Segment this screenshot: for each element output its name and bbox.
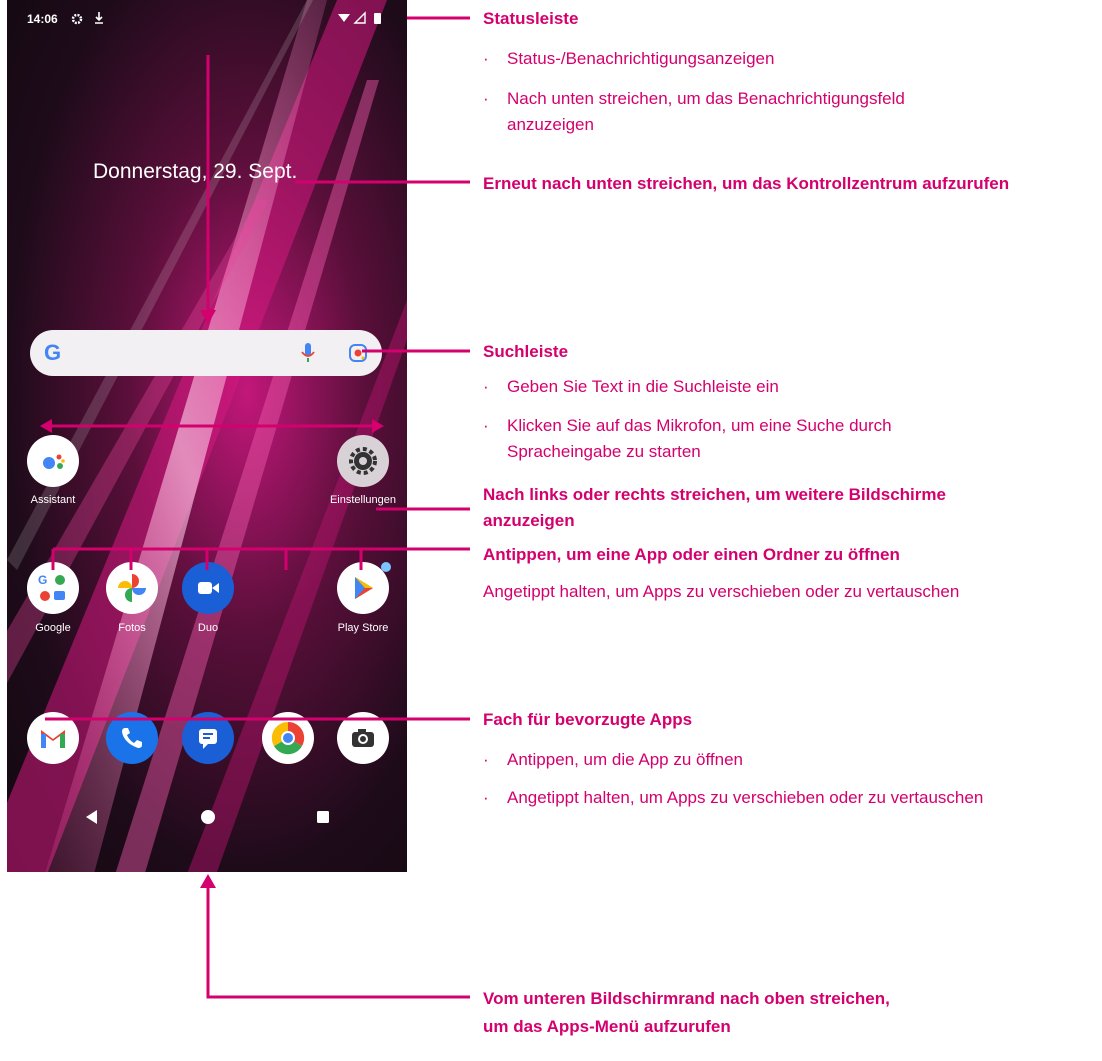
hold-move-annotation: Angetippt halten, um Apps zu verschieben… <box>483 582 960 601</box>
google-logo-icon: G <box>44 340 62 365</box>
home-date[interactable]: Donnerstag, 29. Sept. <box>93 160 297 184</box>
duo-label: Duo <box>197 622 219 634</box>
search-bar[interactable]: G <box>30 330 382 376</box>
assistant-icon <box>43 454 65 469</box>
search-annotation-title: Suchleiste <box>483 342 569 361</box>
status-right-icons <box>338 11 381 24</box>
photos-app[interactable] <box>106 562 158 614</box>
status-time: 14:06 <box>27 12 58 26</box>
arrow-head-up <box>200 874 216 888</box>
photos-icon <box>118 574 146 602</box>
gmail-app[interactable] <box>27 712 79 764</box>
statusbar-bullet-2: · Nach unten streichen, um das Benachrich… <box>483 89 905 134</box>
statusbar-annotation-title: Statusleiste <box>483 9 579 28</box>
play-store-icon <box>355 577 373 599</box>
play-store-label: Play Store <box>337 622 389 634</box>
phone-icon <box>122 728 142 748</box>
google-folder-icon: G <box>38 573 65 601</box>
duo-app[interactable] <box>182 562 234 614</box>
settings-status-icon <box>71 13 83 25</box>
favorites-annotation-title: Fach für bevorzugte Apps <box>483 710 693 729</box>
google-lens-icon[interactable] <box>348 343 368 363</box>
favorites-bullet-1: · Antippen, um die App zu öffnen <box>483 750 743 769</box>
camera-icon <box>352 729 374 747</box>
chrome-icon <box>271 721 305 755</box>
statusbar-bullet-1: · Status-/Benachrichtigungsanzeigen <box>483 49 775 68</box>
settings-app[interactable] <box>337 435 389 487</box>
settings-label: Einstellungen <box>329 494 397 506</box>
control-center-annotation: Erneut nach unten streichen, um das Kont… <box>483 174 1010 193</box>
google-label: Google <box>35 622 71 634</box>
back-icon[interactable] <box>83 808 101 826</box>
svg-text:G: G <box>38 573 47 587</box>
assistant-app[interactable] <box>27 435 79 487</box>
phone-screen: 14:06 Donnerstag, 29. Sept. G Assistant <box>7 0 407 872</box>
messages-app[interactable] <box>182 712 234 764</box>
search-bullet-2: · Klicken Sie auf das Mikrofon, um eine S… <box>483 416 892 461</box>
swipe-annotation: Nach links oder rechts streichen, um wei… <box>483 485 946 530</box>
messages-icon <box>199 729 217 749</box>
duo-video-icon <box>198 582 219 594</box>
battery-icon <box>374 13 381 24</box>
download-status-icon <box>95 12 103 24</box>
wifi-icon <box>338 14 350 22</box>
assistant-label: Assistant <box>30 494 76 506</box>
apps-menu-annotation: Vom unteren Bildschirmrand nach oben str… <box>483 989 890 1036</box>
settings-gear-icon <box>349 447 377 475</box>
home-icon[interactable] <box>198 807 218 827</box>
chrome-app[interactable] <box>262 712 314 764</box>
favorites-bullet-2: · Angetippt halten, um Apps zu verschiebe… <box>483 788 984 807</box>
google-folder[interactable]: G <box>27 562 79 614</box>
notification-dot <box>381 562 391 572</box>
apps-menu-callout-line <box>206 885 470 999</box>
signal-icon <box>353 11 366 24</box>
play-store-app[interactable] <box>337 562 391 614</box>
gmail-icon <box>41 730 65 748</box>
microphone-icon[interactable] <box>300 342 316 364</box>
recents-icon[interactable] <box>315 809 331 825</box>
phone-app[interactable] <box>106 712 158 764</box>
tap-open-annotation: Antippen, um eine App oder einen Ordner … <box>483 545 900 564</box>
search-bullet-1: · Geben Sie Text in die Suchleiste ein <box>483 377 779 396</box>
camera-app[interactable] <box>337 712 389 764</box>
